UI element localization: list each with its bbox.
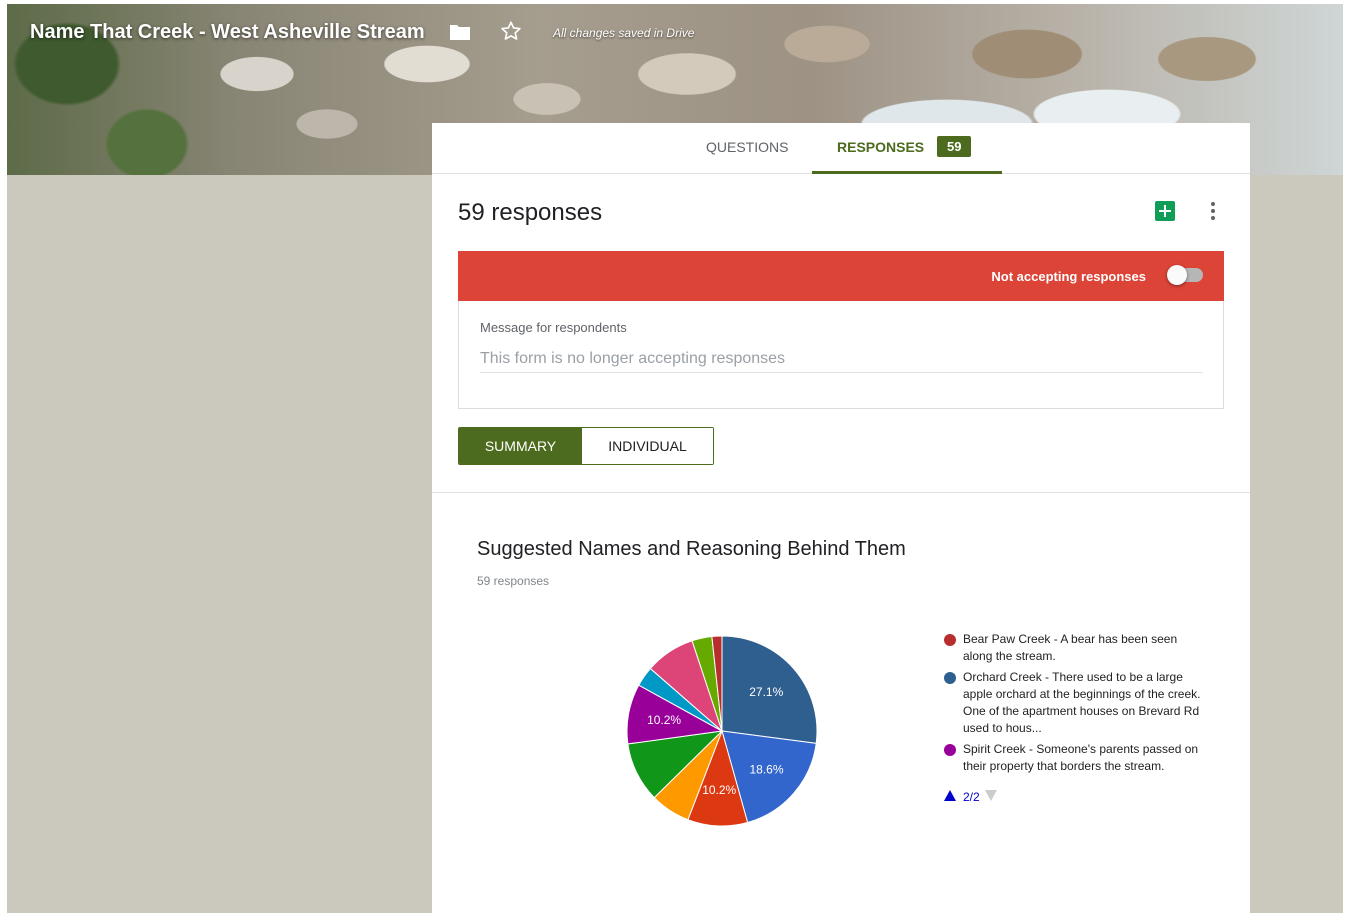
message-label: Message for respondents <box>480 320 627 335</box>
responses-card: QUESTIONS RESPONSES 59 59 responses Not … <box>432 123 1250 913</box>
individual-button[interactable]: INDIVIDUAL <box>582 428 713 464</box>
not-accepting-banner: Not accepting responses <box>458 251 1224 301</box>
pie-slice-label: 27.1% <box>749 685 783 699</box>
question-title: Suggested Names and Reasoning Behind The… <box>477 538 906 560</box>
star-icon[interactable] <box>500 20 522 47</box>
legend-label: Bear Paw Creek - A bear has been seen al… <box>963 632 1178 663</box>
not-accepting-label: Not accepting responses <box>991 269 1146 284</box>
save-status: All changes saved in Drive <box>553 26 695 40</box>
form-responses-page: Name That Creek - West Asheville Stream … <box>7 4 1343 913</box>
legend-item: Orchard Creek - There used to be a large… <box>944 669 1204 737</box>
pie-slice-label: 10.2% <box>702 783 736 797</box>
create-spreadsheet-icon[interactable] <box>1155 201 1175 226</box>
tab-responses[interactable]: RESPONSES <box>837 123 924 173</box>
summary-button[interactable]: SUMMARY <box>459 428 582 464</box>
pie-slice-label: 10.2% <box>647 713 681 727</box>
legend-page-indicator: 2/2 <box>963 790 980 804</box>
accepting-responses-toggle[interactable] <box>1167 265 1203 285</box>
legend-pager: 2/2 <box>944 789 1204 805</box>
active-tab-indicator <box>812 171 1002 174</box>
chart-legend: Bear Paw Creek - A bear has been seen al… <box>944 631 1204 805</box>
responses-count-heading: 59 responses <box>458 199 603 226</box>
legend-label: Spirit Creek - Someone's parents passed … <box>963 742 1199 773</box>
tab-questions[interactable]: QUESTIONS <box>706 123 788 173</box>
question-response-count: 59 responses <box>477 574 550 588</box>
pie-slice-label: 18.6% <box>749 763 783 777</box>
message-for-respondents-box: Message for respondents This form is no … <box>458 301 1224 409</box>
responses-count-badge: 59 <box>937 136 972 157</box>
form-title: Name That Creek - West Asheville Stream <box>30 21 425 43</box>
tab-bar: QUESTIONS RESPONSES 59 <box>432 123 1250 174</box>
pie-chart: 27.1% 18.6% 10.2% 10.2% <box>626 635 818 827</box>
section-divider <box>432 492 1250 493</box>
message-input[interactable]: This form is no longer accepting respons… <box>480 350 1203 373</box>
folder-icon[interactable] <box>449 23 471 46</box>
legend-item: Spirit Creek - Someone's parents passed … <box>944 741 1204 775</box>
legend-next-page-icon[interactable] <box>985 790 997 804</box>
more-options-icon[interactable] <box>1210 201 1216 226</box>
toggle-knob[interactable] <box>1167 265 1187 285</box>
legend-prev-page-icon[interactable] <box>944 790 956 804</box>
legend-color-dot <box>944 634 956 646</box>
legend-color-dot <box>944 744 956 756</box>
view-toggle: SUMMARY INDIVIDUAL <box>458 427 714 465</box>
legend-item: Bear Paw Creek - A bear has been seen al… <box>944 631 1204 665</box>
legend-label: Orchard Creek - There used to be a large… <box>963 670 1201 735</box>
legend-color-dot <box>944 672 956 684</box>
